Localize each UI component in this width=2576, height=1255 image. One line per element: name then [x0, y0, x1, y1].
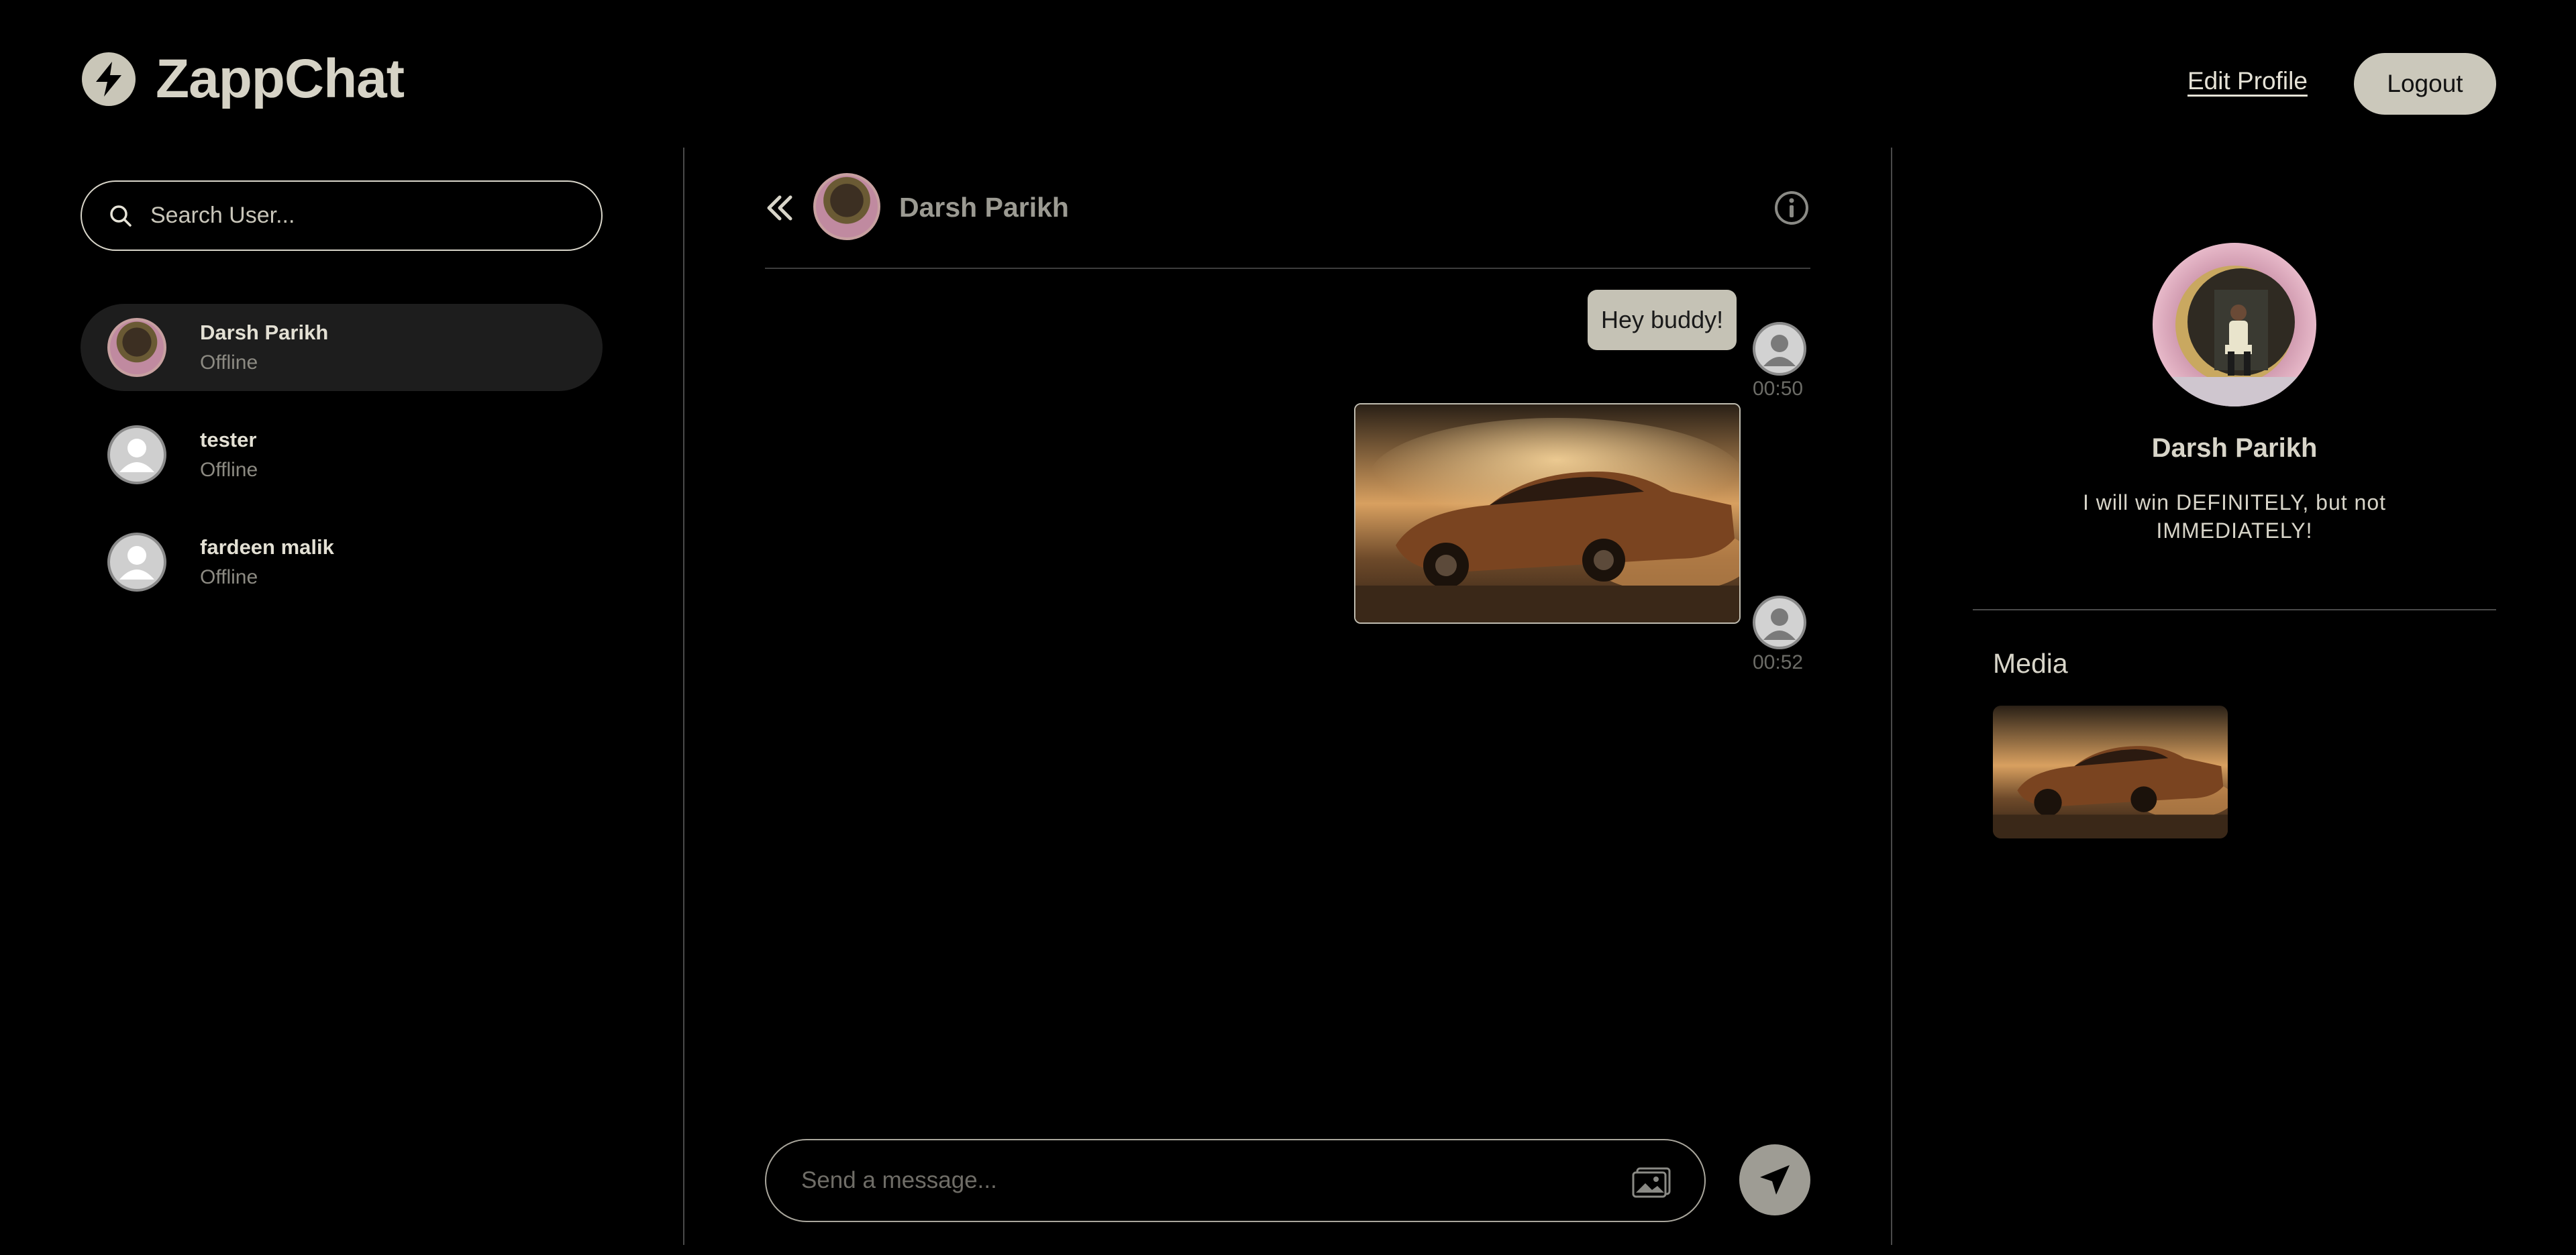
chat-contact-avatar — [813, 173, 880, 240]
brand[interactable]: ZappChat — [82, 48, 405, 109]
lightning-bolt-icon — [82, 52, 136, 106]
profile-bio: I will win DEFINITELY, but not IMMEDIATE… — [2082, 490, 2387, 543]
profile-avatar — [2153, 243, 2316, 406]
app-name: ZappChat — [156, 48, 405, 109]
user-item-fardeen-malik[interactable]: fardeen malik Offline — [81, 519, 603, 606]
user-item-darsh-parikh[interactable]: Darsh Parikh Offline — [81, 304, 603, 391]
message-input[interactable] — [800, 1166, 1592, 1195]
search-input[interactable] — [149, 202, 578, 229]
chat-contact-name: Darsh Parikh — [899, 192, 1069, 223]
avatar — [107, 318, 166, 377]
default-avatar-icon — [1753, 322, 1806, 376]
user-name: Darsh Parikh — [200, 321, 329, 344]
media-heading: Media — [1993, 648, 2068, 679]
default-avatar-icon — [107, 533, 166, 592]
image-upload-icon[interactable] — [1631, 1164, 1672, 1199]
user-status: Offline — [200, 459, 258, 481]
profile-name: Darsh Parikh — [2151, 433, 2318, 463]
user-name: fardeen malik — [200, 535, 334, 559]
message-composer[interactable] — [765, 1139, 1706, 1222]
user-name: tester — [200, 428, 257, 451]
message-timestamp: 00:52 — [1753, 651, 1804, 673]
search-icon — [110, 205, 132, 227]
right-divider — [1891, 148, 1892, 1245]
chat-header-divider — [765, 268, 1810, 269]
send-icon — [1760, 1165, 1790, 1195]
profile-divider — [1973, 609, 2496, 610]
double-chevron-left-icon[interactable] — [765, 193, 794, 223]
media-thumbnail[interactable] — [1993, 706, 2228, 838]
default-avatar-icon — [107, 425, 166, 484]
default-avatar-icon — [1753, 596, 1806, 649]
send-button[interactable] — [1739, 1144, 1810, 1215]
user-list: Darsh Parikh Offline tester Offline fard… — [81, 304, 603, 626]
edit-profile-link[interactable]: Edit Profile — [2187, 67, 2308, 95]
message-bubble: Hey buddy! — [1588, 290, 1737, 350]
user-item-tester[interactable]: tester Offline — [81, 411, 603, 498]
left-divider — [683, 148, 684, 1245]
message-timestamp: 00:50 — [1753, 378, 1804, 400]
chat-header: Darsh Parikh — [765, 168, 1812, 268]
message-image[interactable] — [1354, 403, 1741, 624]
app-header: ZappChat Edit Profile Logout — [0, 0, 2576, 148]
user-status: Offline — [200, 566, 258, 588]
info-icon[interactable] — [1773, 189, 1810, 227]
user-status: Offline — [200, 351, 258, 374]
logout-button[interactable]: Logout — [2354, 53, 2496, 115]
search-bar[interactable] — [81, 180, 603, 251]
